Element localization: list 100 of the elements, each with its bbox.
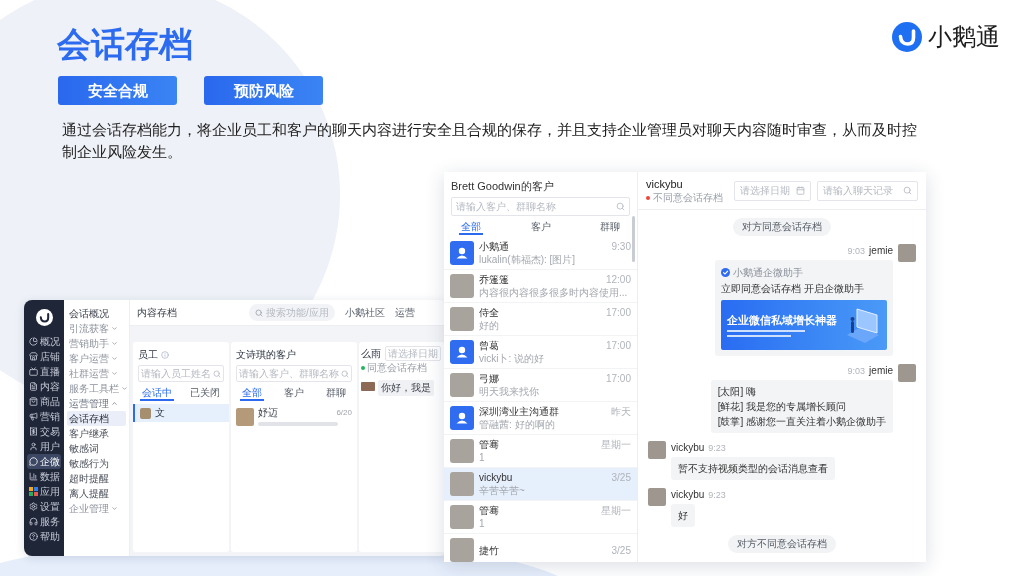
chevron-down-icon (111, 370, 118, 377)
submenu-item[interactable]: 客户继承 (67, 426, 126, 441)
chevron-down-icon (121, 385, 128, 392)
message-preview: 好的 (479, 319, 500, 332)
contact-name: 侍全 (479, 306, 499, 319)
nav-item[interactable]: 商品 (27, 394, 61, 409)
logo-icon (892, 22, 922, 52)
scrollbar[interactable] (632, 216, 635, 262)
top-link[interactable]: 小鹅社区 (344, 306, 385, 319)
conversation-item[interactable]: 小鹅通 9:30 lukalin(韩福杰): [图片] (444, 237, 637, 270)
submenu-item[interactable]: 会话存档 (67, 411, 126, 426)
message-time: 17:00 (605, 339, 631, 352)
tab[interactable]: 客户 (282, 385, 306, 401)
nav-item[interactable]: 用户 (27, 439, 61, 454)
avatar-placeholder (236, 407, 254, 426)
tab[interactable]: 全部 (459, 219, 483, 235)
nav-item[interactable]: 店铺 (27, 349, 61, 364)
contact-name: 小鹅通 (479, 240, 509, 253)
conversation-item[interactable]: vickybu 3/25 辛苦辛苦~ (444, 468, 637, 501)
feature-tag: 预防风险 (204, 76, 323, 105)
person-icon (450, 340, 474, 364)
avatar-placeholder (450, 307, 474, 331)
avatar-placeholder (361, 382, 375, 391)
nav-item[interactable]: 应用 (27, 484, 61, 499)
tab[interactable]: 已关闭 (188, 385, 222, 401)
tab[interactable]: 全部 (240, 385, 264, 401)
panel-title: Brett Goodwin的客户 (451, 179, 555, 193)
panel-title: 员工 (138, 348, 158, 361)
message-time: 9:03 (847, 245, 866, 257)
info-icon (161, 350, 169, 359)
nav-item[interactable]: 营销 (27, 409, 61, 424)
chevron-down-icon (111, 355, 118, 362)
message-preview: 1 (479, 517, 486, 530)
submenu-item[interactable]: 超时提醒 (67, 471, 126, 486)
help-icon (29, 532, 38, 541)
pie-chart-icon (29, 337, 38, 346)
conversation-item[interactable]: 侍全 17:00 好的 (444, 303, 637, 336)
message-preview: lukalin(韩福杰): [图片] (479, 253, 577, 266)
tab[interactable]: 会话中 (140, 385, 174, 401)
message-text: 好 (678, 509, 688, 523)
receipt-icon (29, 427, 38, 436)
submenu-item[interactable]: 会话概况 (67, 306, 126, 321)
tab[interactable]: 客户 (528, 219, 553, 235)
nav-item[interactable]: 直播 (27, 364, 61, 379)
tab[interactable]: 群聊 (598, 219, 622, 235)
contact-name: vickybu (646, 177, 684, 191)
submenu-item[interactable]: 离人提醒 (67, 486, 126, 501)
submenu-item[interactable]: 敏感词 (67, 441, 126, 456)
nav-item[interactable]: 交易 (27, 424, 61, 439)
nav-item[interactable]: 内容 (27, 379, 61, 394)
top-link[interactable]: 运营 (394, 306, 415, 319)
page-title: 会话存档 (57, 24, 193, 65)
status-text: 同意会话存档 (367, 362, 427, 374)
message-bubble: 你好，我是 (378, 380, 434, 396)
contact-name: 捷竹 (479, 543, 499, 557)
calendar-icon (796, 186, 805, 195)
submenu-item[interactable]: 敏感行为 (67, 456, 126, 471)
logo-text: 小鹅通 (928, 22, 1000, 52)
contact-name: 乔篷篷 (479, 273, 509, 286)
avatar-placeholder (450, 439, 474, 463)
conversation-item[interactable]: 乔篷篷 12:00 内容很内容很多很多时内容使用... (444, 270, 637, 303)
search-icon (213, 369, 221, 378)
message-time: 17:00 (605, 372, 631, 385)
tv-icon (29, 367, 38, 376)
message-preview: vicki卜: 说的好 (479, 352, 545, 365)
tab[interactable]: 群聊 (324, 385, 348, 401)
search-icon (255, 308, 263, 317)
nav-item[interactable]: 企微 (27, 454, 61, 469)
message-time: 12:00 (605, 273, 631, 286)
sender-name: vickybu (671, 489, 705, 501)
nav-item[interactable]: 服务 (27, 514, 61, 529)
contact-name: 管骞 (479, 504, 499, 517)
avatar-placeholder (450, 538, 474, 562)
staff-row[interactable]: 文 (133, 404, 229, 422)
nav-item[interactable]: 数据 (27, 469, 61, 484)
link-card[interactable]: 小鹅通企微助手 立即同意会话存档 开启企微助手 企业微信私域增长神器 (715, 260, 893, 356)
conversation-item[interactable]: 深圳湾业主沟通群 昨天 管融茜: 好的啊的 (444, 402, 637, 435)
person-icon (450, 241, 474, 265)
conversation-item[interactable]: 曾葛 17:00 vicki卜: 说的好 (444, 336, 637, 369)
chevron-down-icon (111, 325, 118, 332)
message-time: 9:30 (611, 240, 631, 253)
page-heading: 内容存档 (137, 306, 177, 319)
message-time: 17:00 (605, 306, 631, 319)
avatar-placeholder (140, 407, 151, 419)
card-title: 立即同意会话存档 开启企微助手 (721, 282, 865, 296)
shopping-bag-icon (29, 397, 38, 406)
conversation-item[interactable]: 弓娜 17:00 明天我来找你 (444, 369, 637, 402)
contact-name: 管骞 (479, 438, 499, 451)
status-text: 不同意会话存档 (653, 191, 723, 204)
description-text: 通过会话存档能力，将企业员工和客户的聊天内容进行安全且合规的保存，并且支持企业管理员对聊天内容随时审查，从而及时控制企业风险发生。 (62, 120, 918, 162)
submenu-group[interactable]: 运营管理 (64, 396, 129, 411)
avatar-placeholder (450, 274, 474, 298)
nav-item[interactable]: 概况 (27, 334, 61, 349)
conversation-item[interactable]: 捷竹 3/25 (444, 534, 637, 562)
avatar-placeholder (450, 472, 474, 496)
conversation-item[interactable]: 妤迈 6/20 (231, 404, 357, 429)
message-preview: 1 (479, 451, 486, 464)
nav-item[interactable]: 设置 (27, 499, 61, 514)
nav-item[interactable]: 帮助 (27, 529, 61, 544)
search-icon (903, 186, 912, 195)
